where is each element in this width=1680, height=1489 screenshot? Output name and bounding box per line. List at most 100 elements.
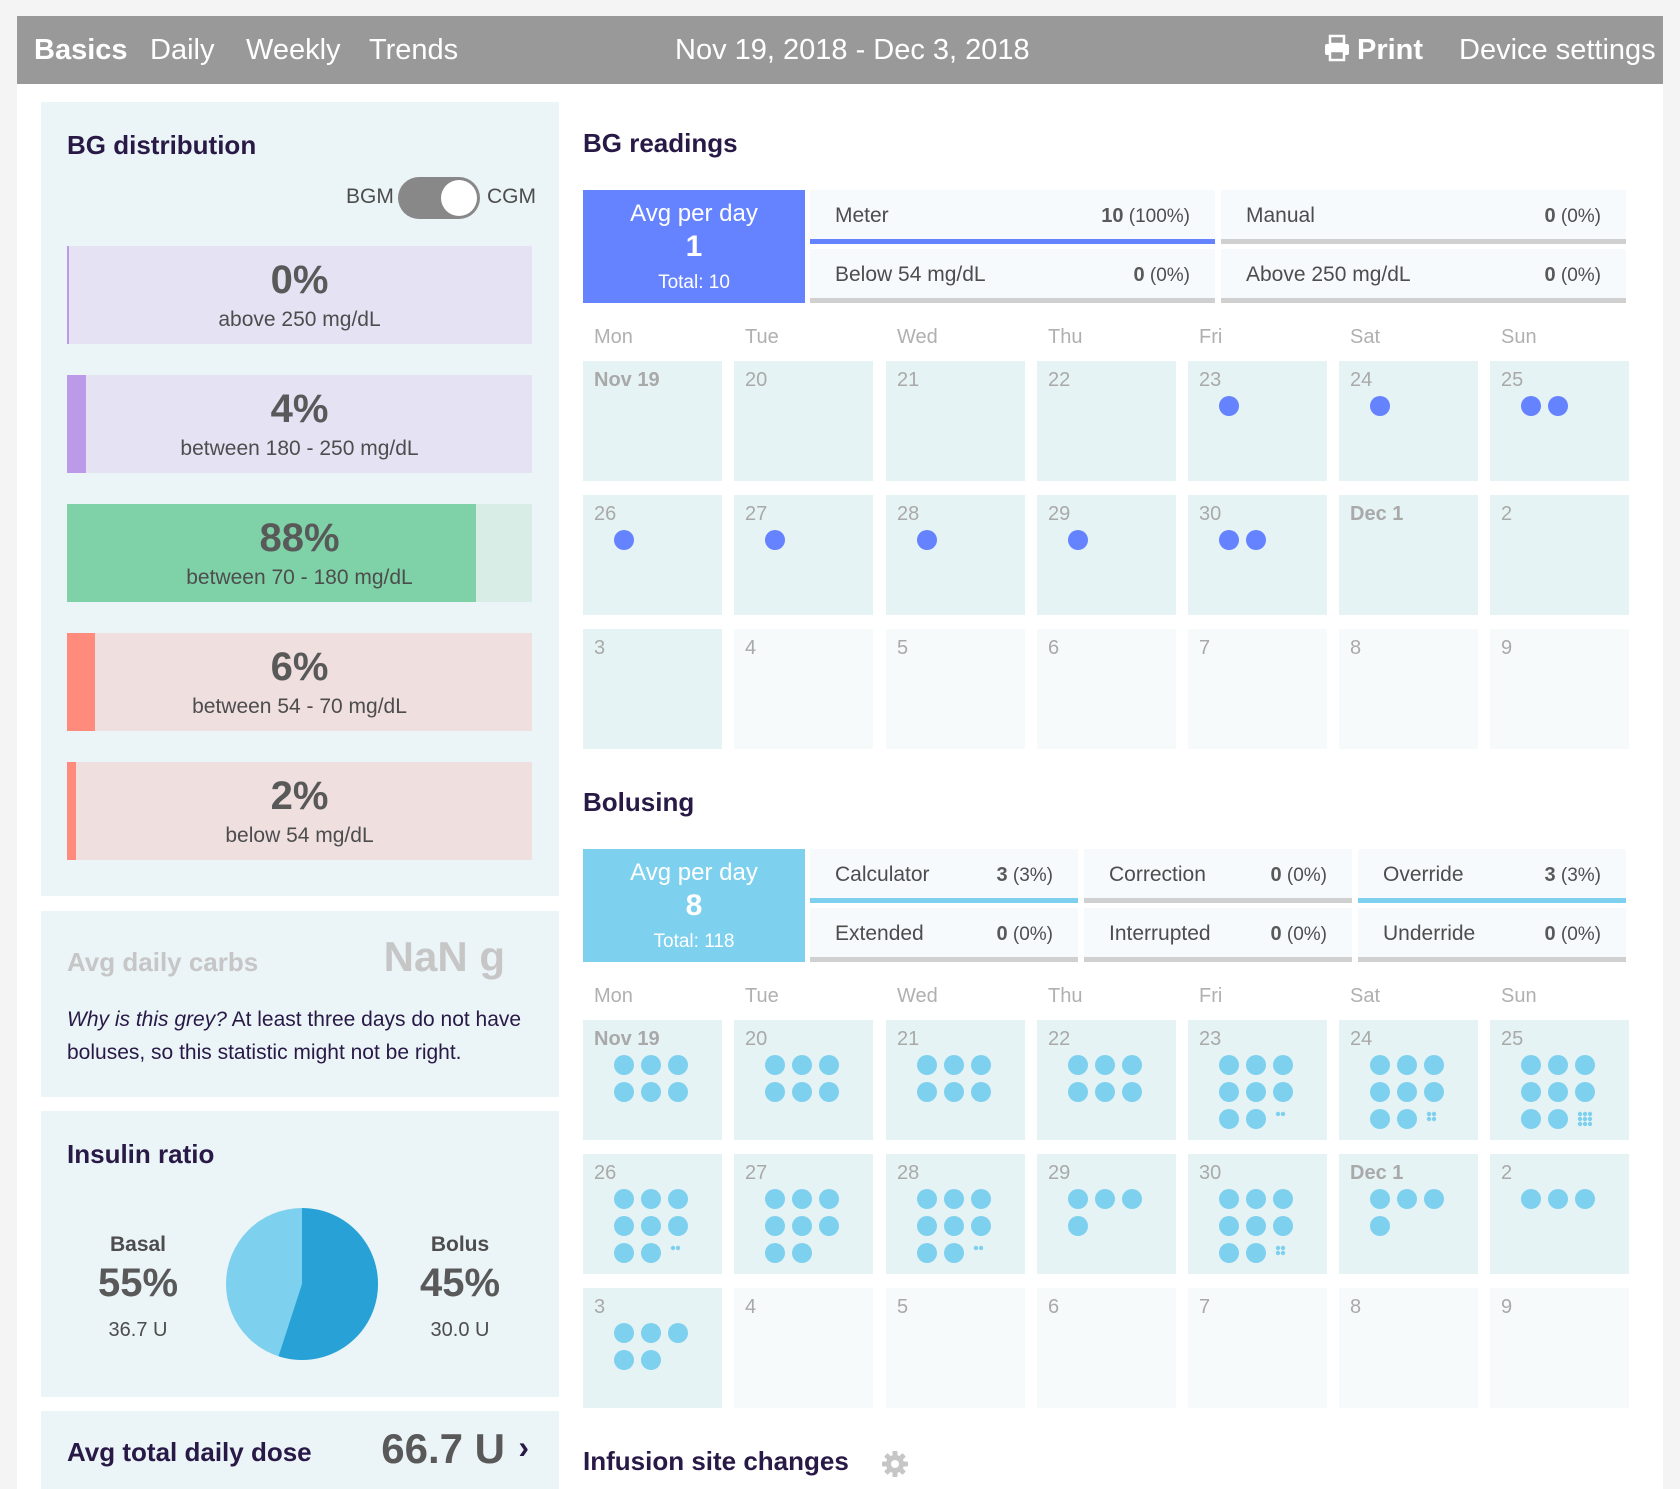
stat-filter[interactable]: Below 54 mg/dL 0 (0%) [810, 249, 1215, 303]
calendar-day-cell[interactable]: 2 [1490, 1154, 1629, 1274]
calendar-day-cell[interactable]: 7 [1188, 629, 1327, 749]
calendar-day-cell[interactable]: 4 [734, 629, 873, 749]
reading-dot [944, 1243, 964, 1263]
calendar-day-cell[interactable]: 21 [886, 1020, 1025, 1140]
calendar-day-cell[interactable]: 27 [734, 495, 873, 615]
bgm-cgm-toggle[interactable] [398, 177, 480, 219]
stat-filter[interactable]: Calculator 3 (3%) [810, 849, 1078, 903]
calendar-day-cell[interactable]: 27 [734, 1154, 873, 1274]
calendar-day-cell[interactable]: 8 [1339, 1288, 1478, 1408]
calendar-day-cell[interactable]: Nov 19 [583, 1020, 722, 1140]
toggle-label-cgm: CGM [487, 185, 536, 208]
stat-filter[interactable]: Above 250 mg/dL 0 (0%) [1221, 249, 1626, 303]
day-dots [1521, 1189, 1595, 1209]
calendar-day-cell[interactable]: 28 [886, 495, 1025, 615]
tab-trends[interactable]: Trends [369, 34, 458, 67]
calendar-day-cell[interactable]: Nov 19 [583, 361, 722, 481]
reading-dot [792, 1216, 812, 1236]
calendar-day-cell[interactable]: 25 [1490, 1020, 1629, 1140]
reading-dot [1397, 1189, 1417, 1209]
reading-dot [1397, 1082, 1417, 1102]
print-button[interactable]: Print [1323, 34, 1423, 67]
tab-daily[interactable]: Daily [150, 34, 214, 67]
day-dots [614, 530, 634, 550]
calendar-day-cell[interactable]: 2 [1490, 495, 1629, 615]
calendar-day-cell[interactable]: 24 [1339, 1020, 1478, 1140]
tab-basics[interactable]: Basics [34, 34, 128, 67]
calendar-day-cell[interactable]: Dec 1 [1339, 1154, 1478, 1274]
reading-dot [1246, 1082, 1266, 1102]
calendar-day-cell[interactable]: 9 [1490, 1288, 1629, 1408]
calendar-day-cell[interactable]: 25 [1490, 361, 1629, 481]
calendar-day-cell[interactable]: 6 [1037, 1288, 1176, 1408]
stat-filter[interactable]: Manual 0 (0%) [1221, 190, 1626, 244]
calendar-day-cell[interactable]: 21 [886, 361, 1025, 481]
reading-dot [1246, 530, 1266, 550]
calendar-day-cell[interactable]: 24 [1339, 361, 1478, 481]
calendar-day-cell[interactable]: 23 [1188, 1020, 1327, 1140]
weekday-header: Thu [1048, 326, 1083, 348]
stat-filter[interactable]: Interrupted 0 (0%) [1084, 908, 1352, 962]
stat-count: 3 [996, 864, 1008, 886]
calendar-day-cell[interactable]: 5 [886, 629, 1025, 749]
carbs-warning-note: Why is this grey? At least three days do… [67, 1003, 537, 1069]
calendar-day-cell[interactable]: 3 [583, 1288, 722, 1408]
calendar-day-cell[interactable]: 22 [1037, 1020, 1176, 1140]
calendar-day-cell[interactable]: 30 [1188, 495, 1327, 615]
stat-filter[interactable]: Underride 0 (0%) [1358, 908, 1626, 962]
reading-dot-small [1587, 1111, 1593, 1117]
stat-filter[interactable]: Extended 0 (0%) [810, 908, 1078, 962]
reading-dot [765, 1082, 785, 1102]
gear-icon[interactable] [881, 1450, 909, 1478]
avg-carbs-label: Avg daily carbs [67, 947, 259, 977]
stat-filter[interactable]: Correction 0 (0%) [1084, 849, 1352, 903]
stat-percent: (0%) [1012, 924, 1053, 945]
reading-dot [792, 1243, 812, 1263]
calendar-day-cell[interactable]: 3 [583, 629, 722, 749]
calendar-day-cell[interactable]: 26 [583, 1154, 722, 1274]
calendar-day-cell[interactable]: 8 [1339, 629, 1478, 749]
calendar-day-cell[interactable]: 23 [1188, 361, 1327, 481]
avg-total-daily-dose-card[interactable]: Avg total daily dose 66.7 U › [41, 1411, 559, 1489]
stat-label: Below 54 mg/dL [835, 263, 986, 286]
reading-dot [917, 1216, 937, 1236]
calendar-day-cell[interactable]: 20 [734, 361, 873, 481]
bg-range-row: 88% between 70 - 180 mg/dL [67, 504, 532, 602]
weekday-header: Sat [1350, 326, 1381, 348]
stat-filter[interactable]: Meter 10 (100%) [810, 190, 1215, 244]
bolus-avg-label: Avg per day [630, 859, 758, 886]
calendar-day-cell[interactable]: 9 [1490, 629, 1629, 749]
stat-percent: (0%) [1560, 265, 1601, 286]
stat-value: 0 (0%) [1544, 923, 1601, 946]
stat-filter[interactable]: Override 3 (3%) [1358, 849, 1626, 903]
device-settings-link[interactable]: Device settings [1459, 34, 1656, 67]
calendar-day-cell[interactable]: 28 [886, 1154, 1025, 1274]
calendar-day-cell[interactable]: 5 [886, 1288, 1025, 1408]
weekday-header: Tue [745, 326, 779, 348]
calendar-day-cell[interactable]: 29 [1037, 1154, 1176, 1274]
bg-range-percent: 6% [270, 645, 329, 689]
reading-dot [971, 1216, 991, 1236]
calendar-day-cell[interactable]: 29 [1037, 495, 1176, 615]
calendar-day-cell[interactable]: 22 [1037, 361, 1176, 481]
stat-percent: (3%) [1560, 865, 1601, 886]
calendar-day-cell[interactable]: 26 [583, 495, 722, 615]
reading-dot [641, 1216, 661, 1236]
reading-dot [1246, 1189, 1266, 1209]
tab-weekly[interactable]: Weekly [246, 34, 341, 67]
calendar-day-cell[interactable]: 6 [1037, 629, 1176, 749]
calendar-day-cell[interactable]: 30 [1188, 1154, 1327, 1274]
reading-dot [614, 1216, 634, 1236]
calendar-day-cell[interactable]: Dec 1 [1339, 495, 1478, 615]
reading-dot [765, 1189, 785, 1209]
bg-range-row: 4% between 180 - 250 mg/dL [67, 375, 532, 473]
calendar-day-cell[interactable]: 4 [734, 1288, 873, 1408]
stat-count: 0 [1270, 864, 1282, 886]
calendar-day-cell[interactable]: 20 [734, 1020, 873, 1140]
chevron-right-icon[interactable]: › [518, 1429, 529, 1466]
toggle-knob[interactable] [441, 180, 477, 216]
calendar-day-cell[interactable]: 7 [1188, 1288, 1327, 1408]
stat-count: 3 [1544, 864, 1556, 886]
stat-count: 0 [1544, 923, 1556, 945]
weekday-header: Tue [745, 985, 779, 1007]
